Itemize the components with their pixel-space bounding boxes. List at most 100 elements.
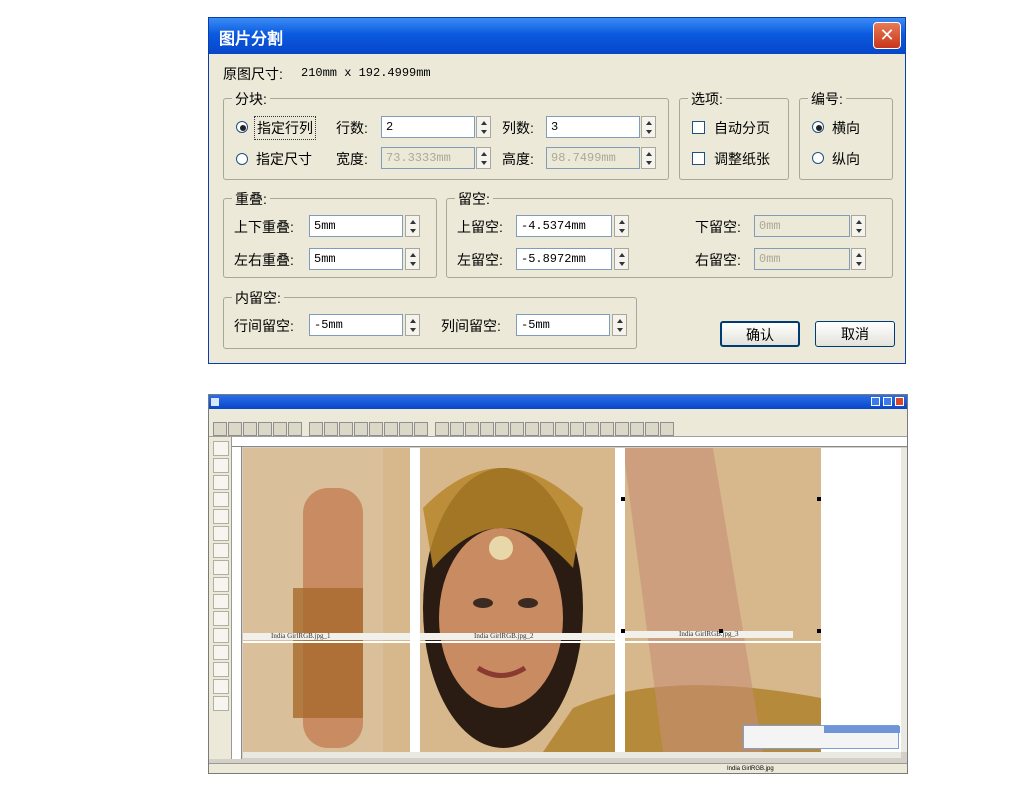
toolbar-button[interactable] <box>354 422 368 436</box>
cols-spinner[interactable] <box>641 116 656 138</box>
cols-input[interactable]: 3 <box>546 116 640 138</box>
close-button[interactable]: ✕ <box>873 22 901 49</box>
top-margin-input[interactable]: -4.5374mm <box>516 215 612 237</box>
toolbar-button[interactable] <box>645 422 659 436</box>
toolbar-button[interactable] <box>339 422 353 436</box>
toolbar-button[interactable] <box>540 422 554 436</box>
row-gap-spinner[interactable] <box>405 314 420 336</box>
toolbar-button[interactable] <box>525 422 539 436</box>
tool-button[interactable] <box>213 560 229 575</box>
toolbar-button[interactable] <box>465 422 479 436</box>
dialog-titlebar[interactable]: 图片分割 ✕ <box>209 18 905 54</box>
selection-handle[interactable] <box>817 629 821 633</box>
by-size-label[interactable]: 指定尺寸 <box>256 149 312 169</box>
horizontal-overlap-spinner[interactable] <box>405 248 420 270</box>
vertical-overlap-input[interactable]: 5mm <box>309 215 403 237</box>
cancel-button[interactable]: 取消 <box>815 321 895 347</box>
app-titlebar <box>209 395 907 409</box>
tool-button[interactable] <box>213 662 229 677</box>
vertical-overlap-spinner[interactable] <box>405 215 420 237</box>
app-maximize-icon[interactable] <box>883 397 892 406</box>
selection-handle[interactable] <box>621 629 625 633</box>
col-gap-input[interactable]: -5mm <box>516 314 610 336</box>
app-screenshot: India GirlRGB.jpg_1 India GirlRGB.jpg_2 … <box>208 394 908 774</box>
left-margin-input[interactable]: -5.8972mm <box>516 248 612 270</box>
tool-button[interactable] <box>213 475 229 490</box>
vertical-scrollbar[interactable] <box>901 448 907 752</box>
toolbar-button[interactable] <box>510 422 524 436</box>
original-size-label: 原图尺寸: <box>223 66 283 82</box>
toolbar-button[interactable] <box>288 422 302 436</box>
bottom-margin-label: 下留空: <box>695 219 741 235</box>
toolbar-button[interactable] <box>585 422 599 436</box>
left-ruler <box>232 447 242 759</box>
horizontal-overlap-input[interactable]: 5mm <box>309 248 403 270</box>
rows-spinner[interactable] <box>476 116 491 138</box>
right-margin-input: 0mm <box>754 248 850 270</box>
horizontal-scrollbar[interactable] <box>243 752 901 758</box>
auto-page-label: 自动分页 <box>714 120 770 136</box>
toolbar-button[interactable] <box>495 422 509 436</box>
toolbar-button[interactable] <box>399 422 413 436</box>
toolbar-button[interactable] <box>369 422 383 436</box>
tool-button[interactable] <box>213 543 229 558</box>
toolbar-button[interactable] <box>309 422 323 436</box>
by-rowcol-label[interactable]: 指定行列 <box>254 116 316 140</box>
tool-button[interactable] <box>213 679 229 694</box>
tool-button[interactable] <box>213 696 229 711</box>
row-gap-input[interactable]: -5mm <box>309 314 403 336</box>
toolbar-button[interactable] <box>258 422 272 436</box>
toolbar-button[interactable] <box>228 422 242 436</box>
tool-button[interactable] <box>213 526 229 541</box>
top-margin-spinner[interactable] <box>614 215 629 237</box>
split-line-vertical-1 <box>410 448 420 752</box>
rows-input[interactable]: 2 <box>381 116 475 138</box>
floating-panel-header[interactable] <box>824 726 900 733</box>
tool-button[interactable] <box>213 594 229 609</box>
tool-button[interactable] <box>213 577 229 592</box>
toolbar-button[interactable] <box>324 422 338 436</box>
toolbar-button[interactable] <box>273 422 287 436</box>
toolbar-button[interactable] <box>243 422 257 436</box>
tool-button[interactable] <box>213 611 229 626</box>
canvas-photo[interactable] <box>243 448 821 752</box>
toolbar-button[interactable] <box>480 422 494 436</box>
ok-button[interactable]: 确认 <box>720 321 800 347</box>
toolbar-button[interactable] <box>435 422 449 436</box>
toolbar-button[interactable] <box>600 422 614 436</box>
by-size-radio[interactable] <box>236 153 248 165</box>
by-rowcol-radio[interactable] <box>236 121 248 133</box>
toolbar-button[interactable] <box>555 422 569 436</box>
adjust-paper-checkbox[interactable] <box>692 152 705 165</box>
top-margin-label: 上留空: <box>457 219 503 235</box>
horizontal-label: 横向 <box>832 120 860 136</box>
left-margin-spinner[interactable] <box>614 248 629 270</box>
app-minimize-icon[interactable] <box>871 397 880 406</box>
toolbar-button[interactable] <box>570 422 584 436</box>
auto-page-checkbox[interactable] <box>692 121 705 134</box>
col-gap-spinner[interactable] <box>612 314 627 336</box>
selection-handle[interactable] <box>817 497 821 501</box>
toolbar-button[interactable] <box>384 422 398 436</box>
numbering-group-title: 编号: <box>808 89 846 109</box>
toolbar-button[interactable] <box>450 422 464 436</box>
selection-handle[interactable] <box>719 629 723 633</box>
toolbar-button[interactable] <box>414 422 428 436</box>
vertical-radio[interactable] <box>812 152 824 164</box>
toolbar-button[interactable] <box>615 422 629 436</box>
tool-button[interactable] <box>213 492 229 507</box>
tool-button[interactable] <box>213 441 229 456</box>
tool-button[interactable] <box>213 458 229 473</box>
floating-panel[interactable] <box>743 725 900 749</box>
selection-handle[interactable] <box>621 497 625 501</box>
tool-button[interactable] <box>213 509 229 524</box>
right-margin-spinner <box>851 248 866 270</box>
toolbar-button[interactable] <box>630 422 644 436</box>
toolbar-button[interactable] <box>213 422 227 436</box>
tool-button[interactable] <box>213 645 229 660</box>
horizontal-radio[interactable] <box>812 121 824 133</box>
app-close-icon[interactable] <box>895 397 904 406</box>
toolbar-button[interactable] <box>660 422 674 436</box>
tool-button[interactable] <box>213 628 229 643</box>
overlap-group-title: 重叠: <box>232 189 270 209</box>
